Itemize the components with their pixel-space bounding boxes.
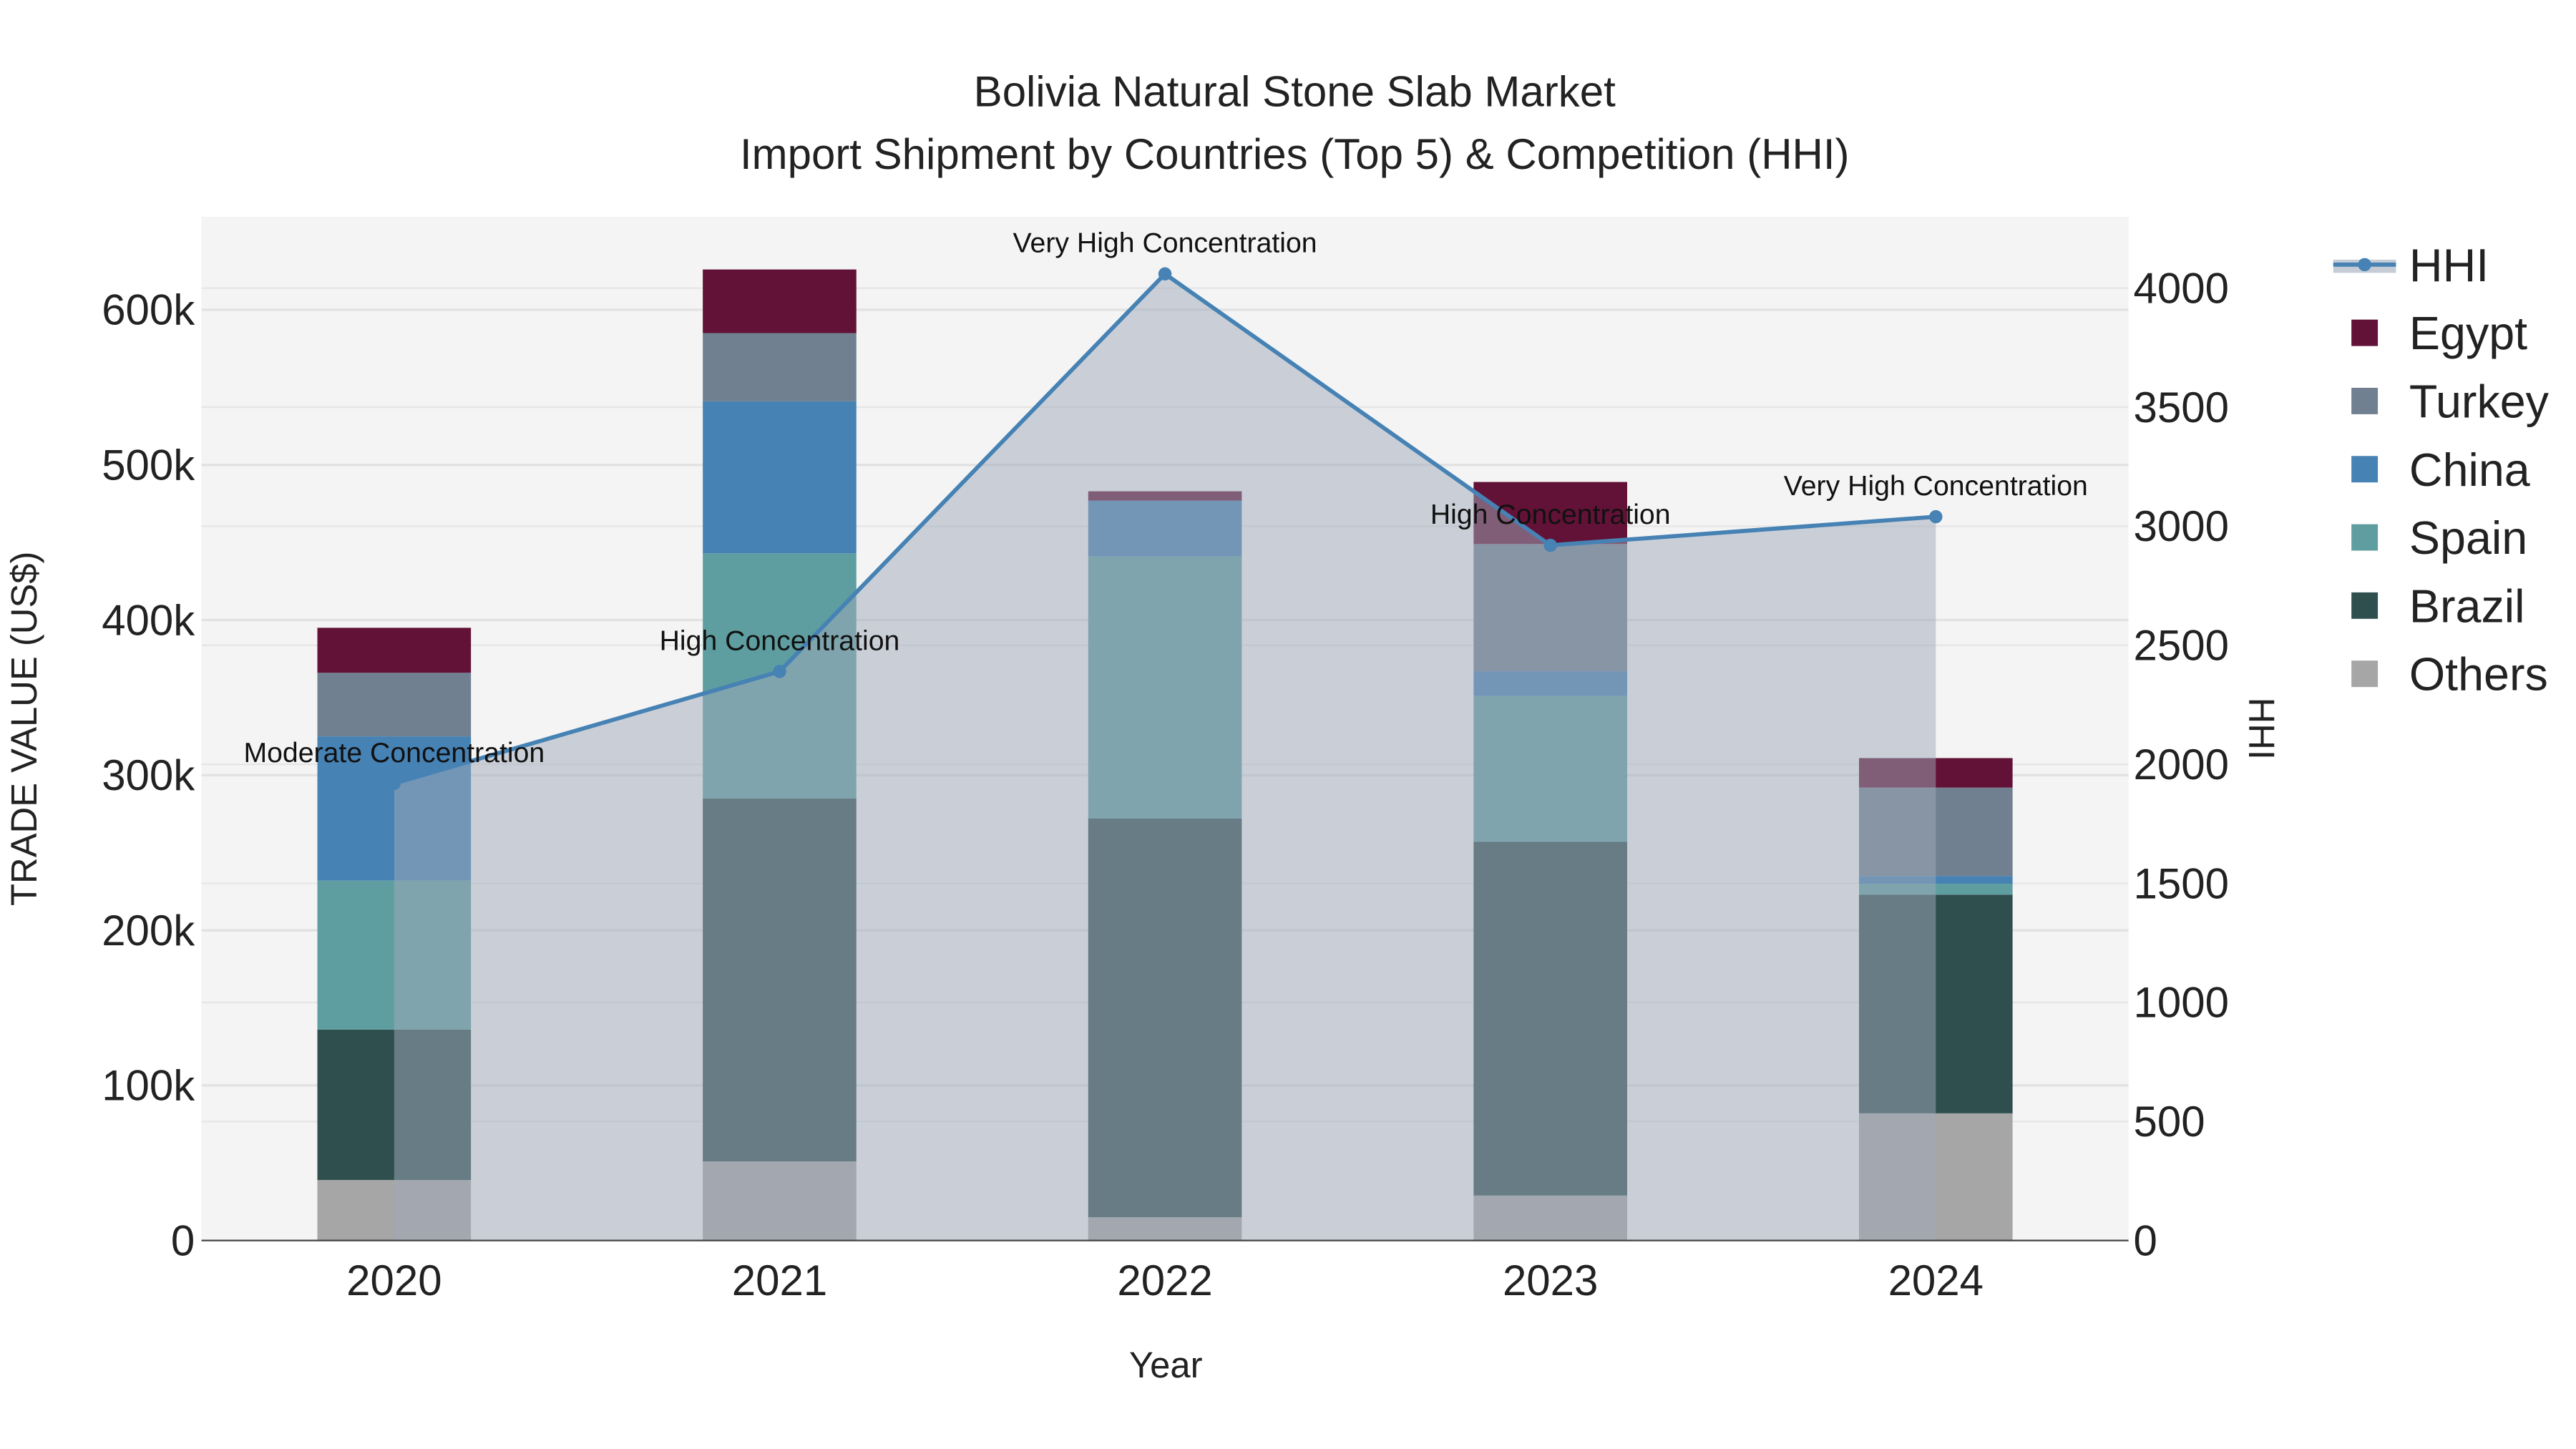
hhi-point-2023 bbox=[1543, 538, 1557, 552]
x-axis-ticks: 2020 2021 2022 2023 2024 bbox=[346, 1257, 1984, 1304]
bar-turkey-2021 bbox=[703, 333, 857, 401]
y-tick-label: 500k bbox=[102, 441, 195, 489]
legend-swatch-turkey bbox=[2351, 387, 2379, 414]
legend-swatch-hhi-marker bbox=[2358, 258, 2371, 272]
legend-swatch-egypt bbox=[2351, 319, 2379, 346]
legend: HHI Egypt Turkey China Spain Brazil Others bbox=[2333, 240, 2550, 701]
y2-tick-label: 0 bbox=[2134, 1216, 2157, 1264]
x-axis-label: Year bbox=[1129, 1345, 1203, 1385]
chart-subtitle: Import Shipment by Countries (Top 5) & C… bbox=[740, 130, 1850, 178]
y2-tick-label: 3000 bbox=[2134, 502, 2229, 550]
x-tick-label: 2023 bbox=[1503, 1257, 1598, 1304]
bar-egypt-2020 bbox=[317, 628, 472, 673]
hhi-point-2024 bbox=[1929, 509, 1943, 524]
x-tick-label: 2020 bbox=[346, 1257, 441, 1304]
legend-label: Others bbox=[2409, 649, 2548, 701]
y2-axis-ticks: 0 500 1000 1500 2000 2500 3000 3500 4000 bbox=[2134, 264, 2229, 1264]
y2-tick-label: 3500 bbox=[2134, 384, 2229, 431]
x-tick-label: 2021 bbox=[732, 1257, 827, 1304]
y-axis-label: TRADE VALUE (US$) bbox=[4, 552, 44, 906]
y2-tick-label: 1000 bbox=[2134, 979, 2229, 1027]
legend-swatch-brazil bbox=[2351, 592, 2379, 619]
legend-swatch-china bbox=[2351, 456, 2379, 483]
x-tick-label: 2022 bbox=[1117, 1257, 1212, 1304]
y-tick-label: 400k bbox=[102, 596, 195, 644]
legend-label: Brazil bbox=[2409, 580, 2525, 632]
hhi-point-2022 bbox=[1158, 267, 1172, 280]
hhi-annotation: Very High Concentration bbox=[1013, 228, 1317, 259]
hhi-annotation: High Concentration bbox=[1430, 499, 1671, 530]
legend-label: Spain bbox=[2409, 512, 2527, 564]
y-tick-label: 0 bbox=[171, 1216, 195, 1264]
y2-tick-label: 2500 bbox=[2134, 622, 2229, 670]
hhi-point-2020 bbox=[387, 776, 401, 791]
legend-swatch-spain bbox=[2351, 524, 2379, 551]
chart-title: Bolivia Natural Stone Slab Market bbox=[974, 67, 1616, 115]
y2-axis-label: HHI bbox=[2241, 698, 2282, 760]
y2-tick-label: 2000 bbox=[2134, 741, 2229, 789]
legend-swatch-others bbox=[2351, 660, 2379, 688]
bar-china-2021 bbox=[703, 401, 857, 554]
hhi-annotation: Moderate Concentration bbox=[243, 737, 545, 769]
legend-label: China bbox=[2409, 444, 2530, 496]
y2-tick-label: 1500 bbox=[2134, 859, 2229, 907]
legend-label: Egypt bbox=[2409, 308, 2527, 359]
y-axis-ticks: 0 100k 200k 300k 400k 500k 600k bbox=[102, 286, 195, 1265]
y-tick-label: 600k bbox=[102, 286, 195, 334]
bar-turkey-2020 bbox=[317, 673, 472, 737]
bar-egypt-2021 bbox=[703, 269, 857, 333]
x-tick-label: 2024 bbox=[1888, 1257, 1984, 1304]
hhi-annotation: Very High Concentration bbox=[1784, 470, 2088, 502]
y2-tick-label: 500 bbox=[2134, 1098, 2205, 1146]
hhi-annotation: High Concentration bbox=[660, 625, 900, 656]
legend-label: Turkey bbox=[2409, 376, 2550, 428]
hhi-point-2021 bbox=[773, 665, 786, 678]
y-tick-label: 200k bbox=[102, 907, 195, 955]
y-tick-label: 100k bbox=[102, 1062, 195, 1110]
legend-label: HHI bbox=[2409, 240, 2489, 291]
chart: Bolivia Natural Stone Slab Market Import… bbox=[4, 67, 2550, 1385]
y2-tick-label: 4000 bbox=[2134, 264, 2229, 312]
y-tick-label: 300k bbox=[102, 751, 195, 799]
